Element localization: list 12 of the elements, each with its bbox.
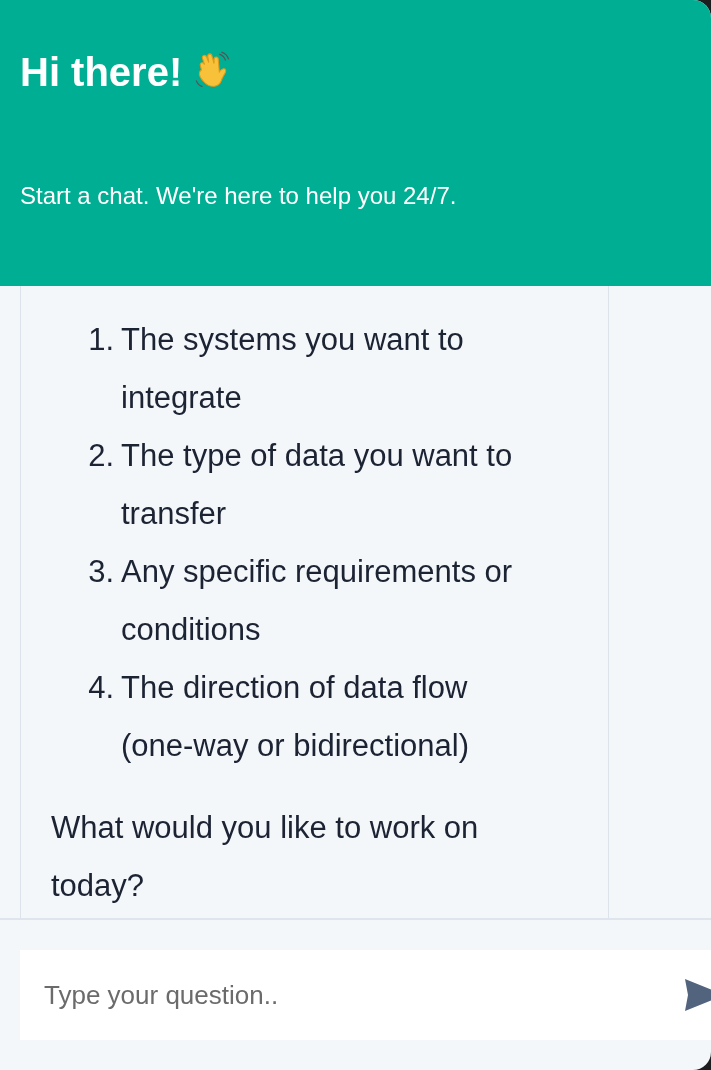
question-input[interactable]: Type your question.. [20, 950, 711, 1040]
list-item-text: Any specific requirements or conditions [121, 553, 514, 649]
list-number: 3. [87, 553, 114, 591]
greeting-title: Hi there! [20, 49, 183, 96]
list-item-text: The systems you want to integrate [121, 321, 465, 417]
list-item-text: The direction of data flow (one-way or bidirectional) [121, 669, 471, 765]
message-text: What would you like to work on today? [51, 809, 480, 905]
header-subtitle: Start a chat. We're here to help you 24/7. [20, 181, 458, 211]
list-number: 1. [87, 321, 114, 359]
list-item-text: The type of data you want to transfer [121, 437, 514, 533]
list-number: 2. [87, 437, 114, 475]
list-number: 4. [87, 669, 114, 707]
